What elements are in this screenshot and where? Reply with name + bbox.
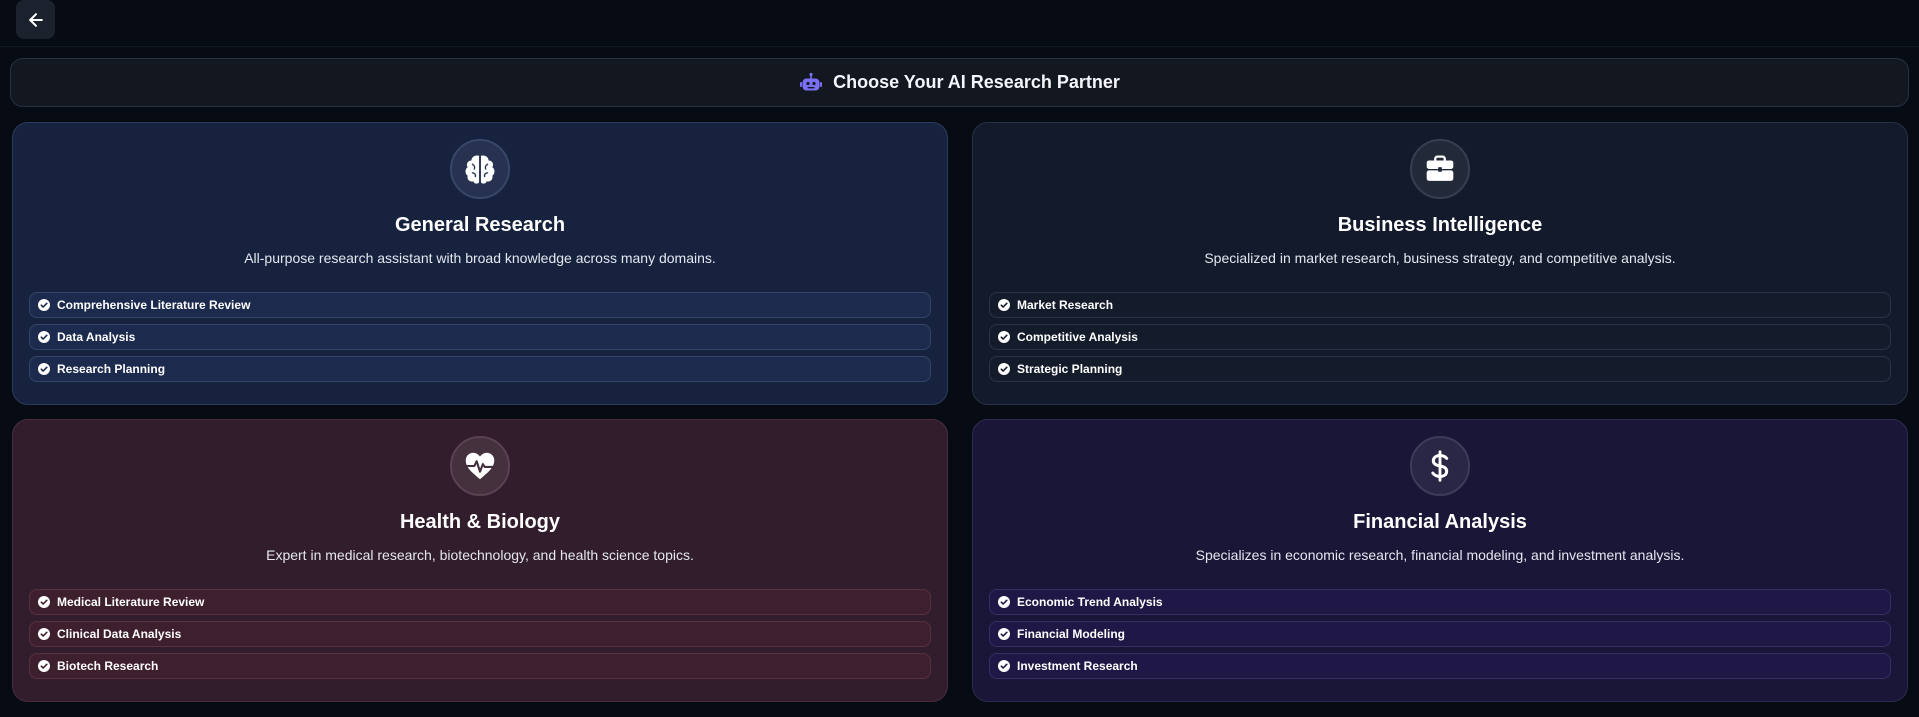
feature-item: Clinical Data Analysis [29, 621, 931, 647]
check-circle-icon [38, 331, 50, 343]
feature-label: Research Planning [57, 362, 166, 376]
check-circle-icon [998, 363, 1010, 375]
feature-item: Comprehensive Literature Review [29, 292, 931, 318]
check-circle-icon [38, 299, 50, 311]
card-icon-container [450, 139, 510, 199]
feature-label: Financial Modeling [1017, 627, 1126, 641]
feature-item: Biotech Research [29, 653, 931, 679]
top-bar [0, 0, 1919, 47]
feature-label: Investment Research [1017, 659, 1138, 673]
card-description: Expert in medical research, biotechnolog… [266, 547, 694, 563]
check-circle-icon [998, 596, 1010, 608]
feature-item: Research Planning [29, 356, 931, 382]
card-icon-container [450, 436, 510, 496]
brain-icon [465, 155, 495, 184]
dollar-icon [1431, 450, 1449, 482]
feature-list: Market Research Competitive Analysis Str… [989, 292, 1891, 388]
card-description: Specializes in economic research, financ… [1195, 547, 1685, 563]
page-header: Choose Your AI Research Partner [10, 58, 1909, 107]
feature-item: Strategic Planning [989, 356, 1891, 382]
card-general-research[interactable]: General Research All-purpose research as… [12, 122, 948, 405]
feature-item: Medical Literature Review [29, 589, 931, 615]
feature-list: Comprehensive Literature Review Data Ana… [29, 292, 931, 388]
check-circle-icon [38, 363, 50, 375]
card-icon-container [1410, 436, 1470, 496]
feature-label: Biotech Research [57, 659, 159, 673]
check-circle-icon [998, 299, 1010, 311]
check-circle-icon [998, 660, 1010, 672]
card-financial-analysis[interactable]: Financial Analysis Specializes in econom… [972, 419, 1908, 702]
card-icon-container [1410, 139, 1470, 199]
feature-item: Competitive Analysis [989, 324, 1891, 350]
card-business-intelligence[interactable]: Business Intelligence Specialized in mar… [972, 122, 1908, 405]
page-title: Choose Your AI Research Partner [833, 72, 1120, 92]
card-title: General Research [394, 214, 566, 236]
feature-label: Strategic Planning [1017, 362, 1123, 376]
feature-label: Data Analysis [57, 330, 136, 344]
check-circle-icon [998, 331, 1010, 343]
check-circle-icon [38, 660, 50, 672]
feature-item: Financial Modeling [989, 621, 1891, 647]
feature-list: Economic Trend Analysis Financial Modeli… [989, 589, 1891, 685]
feature-label: Competitive Analysis [1017, 330, 1138, 344]
card-description: All-purpose research assistant with broa… [244, 250, 716, 266]
feature-list: Medical Literature Review Clinical Data … [29, 589, 931, 685]
feature-label: Clinical Data Analysis [57, 627, 182, 641]
card-health-biology[interactable]: Health & Biology Expert in medical resea… [12, 419, 948, 702]
check-circle-icon [38, 628, 50, 640]
feature-label: Medical Literature Review [57, 595, 205, 609]
feature-item: Investment Research [989, 653, 1891, 679]
feature-label: Market Research [1017, 298, 1114, 312]
feature-item: Data Analysis [29, 324, 931, 350]
feature-item: Market Research [989, 292, 1891, 318]
back-button[interactable] [16, 0, 55, 39]
card-description: Specialized in market research, business… [1204, 250, 1676, 266]
check-circle-icon [998, 628, 1010, 640]
card-title: Financial Analysis [1353, 511, 1527, 533]
feature-item: Economic Trend Analysis [989, 589, 1891, 615]
arrow-left-icon [28, 12, 43, 27]
feature-label: Economic Trend Analysis [1017, 595, 1163, 609]
check-circle-icon [38, 596, 50, 608]
heart-pulse-icon [465, 452, 495, 480]
feature-label: Comprehensive Literature Review [57, 298, 251, 312]
card-title: Business Intelligence [1337, 214, 1543, 236]
robot-icon [799, 71, 823, 95]
card-title: Health & Biology [399, 511, 560, 533]
briefcase-icon [1426, 155, 1454, 181]
